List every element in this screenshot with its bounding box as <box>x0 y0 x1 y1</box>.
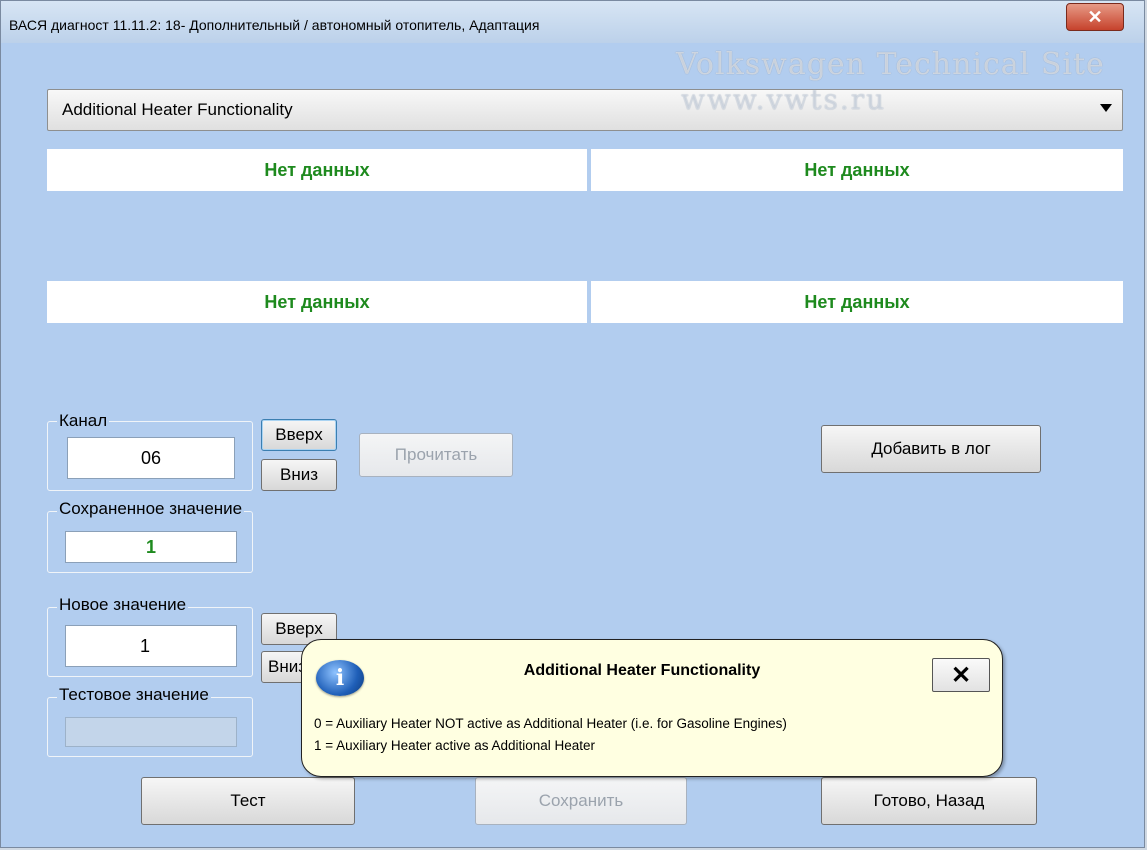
title-bar: ВАСЯ диагност 11.11.2: 18- Дополнительны… <box>1 1 1144 43</box>
watermark-line-2: www.vwts.ru <box>681 83 887 116</box>
function-select[interactable]: Additional Heater Functionality <box>47 89 1123 131</box>
saved-value-field: 1 <box>65 531 237 563</box>
tooltip-line-2: 1 = Auxiliary Heater active as Additiona… <box>314 738 596 753</box>
data-field-3: Нет данных <box>47 281 587 323</box>
window-close-button[interactable]: ✕ <box>1066 3 1124 31</box>
new-value-input[interactable]: 1 <box>65 625 237 667</box>
done-back-button[interactable]: Готово, Назад <box>821 777 1037 825</box>
test-value-label: Тестовое значение <box>57 685 211 705</box>
adaptation-window: ВАСЯ диагност 11.11.2: 18- Дополнительны… <box>0 0 1145 848</box>
channel-up-button[interactable]: Вверх <box>261 419 337 451</box>
data-field-1: Нет данных <box>47 149 587 191</box>
tooltip-close-button[interactable]: ✕ <box>932 658 990 692</box>
info-tooltip: i Additional Heater Functionality ✕ 0 = … <box>301 639 1003 777</box>
function-select-value: Additional Heater Functionality <box>62 100 293 119</box>
read-button[interactable]: Прочитать <box>359 433 513 477</box>
data-field-4: Нет данных <box>591 281 1123 323</box>
channel-input[interactable]: 06 <box>67 437 235 479</box>
tooltip-line-1: 0 = Auxiliary Heater NOT active as Addit… <box>314 716 787 731</box>
test-button[interactable]: Тест <box>141 777 355 825</box>
data-field-2: Нет данных <box>591 149 1123 191</box>
test-value-field <box>65 717 237 747</box>
chevron-down-icon <box>1100 104 1112 112</box>
saved-value-label: Сохраненное значение <box>57 499 245 519</box>
channel-down-button[interactable]: Вниз <box>261 459 337 491</box>
tooltip-title: Additional Heater Functionality <box>523 662 761 679</box>
window-title: ВАСЯ диагност 11.11.2: 18- Дополнительны… <box>9 17 540 33</box>
info-icon: i <box>316 660 364 696</box>
channel-label: Канал <box>57 411 110 431</box>
add-to-log-button[interactable]: Добавить в лог <box>821 425 1041 473</box>
watermark-line-1: Volkswagen Technical Site <box>676 47 1105 82</box>
save-button[interactable]: Сохранить <box>475 777 687 825</box>
new-value-label: Новое значение <box>57 595 189 615</box>
